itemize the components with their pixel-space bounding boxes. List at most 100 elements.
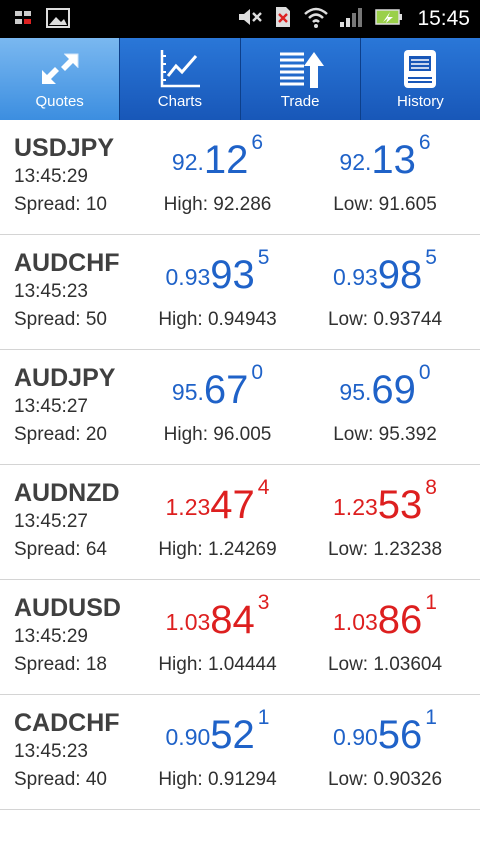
- low-value: Low: 1.23238: [327, 539, 443, 560]
- tab-trade[interactable]: Trade: [239, 38, 360, 120]
- bid-price-pips: 52: [210, 713, 255, 757]
- ask-price: 1.23 53 8: [300, 473, 470, 525]
- wifi-icon: [303, 6, 329, 33]
- quote-time: 13:45:23: [14, 281, 88, 302]
- quotes-list: USDJPY 13:45:29 Spread: 10 92. 12 6 92. …: [0, 120, 480, 810]
- low-value: Low: 91.605: [333, 194, 437, 215]
- ask-price-prefix: 1.23: [333, 494, 378, 520]
- tab-history-label: History: [397, 93, 444, 110]
- bid-price-fraction: 0: [251, 361, 264, 384]
- quote-row-audnzd[interactable]: AUDNZD 13:45:27 Spread: 64 1.23 47 4 1.2…: [0, 465, 480, 580]
- quote-time: 13:45:29: [14, 166, 88, 187]
- bid-price-pips: 47: [210, 483, 255, 527]
- spread: Spread: 50: [14, 309, 107, 330]
- quote-row-audusd[interactable]: AUDUSD 13:45:29 Spread: 18 1.03 84 3 1.0…: [0, 580, 480, 695]
- ask-price-prefix: 0.93: [333, 264, 378, 290]
- ask-price-pips: 53: [377, 483, 423, 527]
- bid-price: 92. 12 6: [130, 128, 305, 180]
- bid-price-prefix: 1.23: [165, 494, 211, 520]
- high-value: High: 0.94943: [158, 309, 277, 330]
- ask-price: 95. 69 0: [300, 358, 470, 410]
- trade-list-arrow-icon: [280, 52, 325, 88]
- bid-price: 1.03 84 3: [130, 588, 305, 640]
- ask-price-prefix: 95.: [339, 379, 372, 405]
- symbol: USDJPY: [14, 134, 115, 162]
- quote-time: 13:45:27: [14, 396, 88, 417]
- ask-price: 1.03 86 1: [300, 588, 470, 640]
- high-value: High: 96.005: [163, 424, 272, 445]
- high-value: High: 1.04444: [158, 654, 277, 675]
- signal-icon: [339, 6, 365, 33]
- status-bar-left: [14, 8, 70, 33]
- quote-time: 13:45:23: [14, 741, 88, 762]
- high-value: High: 0.91294: [158, 769, 277, 790]
- ask-price-fraction: 5: [425, 246, 437, 269]
- symbol: AUDCHF: [14, 249, 120, 277]
- tab-charts-label: Charts: [157, 93, 202, 110]
- bid-price-prefix: 0.90: [165, 724, 211, 750]
- spread: Spread: 10: [14, 194, 107, 215]
- line-chart-icon: [160, 50, 200, 88]
- notification-icon: [14, 9, 34, 32]
- ask-price-pips: 98: [377, 253, 423, 297]
- symbol: AUDUSD: [14, 594, 121, 622]
- bid-price-pips: 84: [210, 598, 255, 642]
- ask-price-pips: 86: [377, 598, 423, 642]
- symbol: CADCHF: [14, 709, 120, 737]
- status-time: 15:45: [417, 7, 470, 30]
- ask-price-prefix: 0.90: [333, 724, 378, 750]
- tab-quotes[interactable]: Quotes: [0, 38, 120, 120]
- quote-row-cadchf[interactable]: CADCHF 13:45:23 Spread: 40 0.90 52 1 0.9…: [0, 695, 480, 810]
- history-book-icon: [404, 50, 437, 88]
- low-value: Low: 1.03604: [327, 654, 443, 675]
- bid-price-fraction: 1: [257, 706, 270, 729]
- low-value: Low: 95.392: [333, 424, 437, 445]
- spread: Spread: 40: [14, 769, 107, 790]
- quote-time: 13:45:29: [14, 626, 88, 647]
- bid-price-pips: 12: [203, 138, 249, 182]
- quote-row-usdjpy[interactable]: USDJPY 13:45:29 Spread: 10 92. 12 6 92. …: [0, 120, 480, 235]
- symbol: AUDJPY: [14, 364, 116, 392]
- quote-time: 13:45:27: [14, 511, 88, 532]
- status-bar-right: 15:45: [237, 5, 470, 33]
- bid-price-prefix: 0.93: [165, 264, 211, 290]
- bid-price: 1.23 47 4: [130, 473, 305, 525]
- bid-price-fraction: 3: [257, 591, 270, 614]
- bid-price-prefix: 95.: [171, 379, 204, 405]
- ask-price-pips: 13: [371, 138, 416, 182]
- high-value: High: 92.286: [163, 194, 272, 215]
- low-value: Low: 0.93744: [327, 309, 443, 330]
- spread: Spread: 64: [14, 539, 107, 560]
- tab-bar: Quotes Charts Trade History: [0, 38, 480, 120]
- bid-price-prefix: 1.03: [165, 609, 211, 635]
- battery-charging-icon: [375, 7, 403, 32]
- ask-price-fraction: 1: [425, 706, 437, 729]
- bid-price-prefix: 92.: [171, 149, 204, 175]
- ask-price-pips: 69: [371, 368, 416, 412]
- ask-price: 0.90 56 1: [300, 703, 470, 755]
- ask-price-prefix: 1.03: [333, 609, 378, 635]
- spread: Spread: 20: [14, 424, 107, 445]
- status-bar: 15:45: [0, 0, 480, 38]
- tab-history[interactable]: History: [359, 38, 480, 120]
- ask-price-fraction: 6: [418, 131, 431, 154]
- bid-price: 0.90 52 1: [130, 703, 305, 755]
- ask-price-fraction: 1: [425, 591, 437, 614]
- tab-trade-label: Trade: [280, 93, 320, 110]
- bid-price-pips: 67: [203, 368, 249, 412]
- image-icon: [46, 8, 70, 33]
- tab-quotes-label: Quotes: [35, 93, 84, 110]
- high-value: High: 1.24269: [158, 539, 277, 560]
- bid-price: 0.93 93 5: [130, 243, 305, 295]
- spread: Spread: 18: [14, 654, 107, 675]
- quote-row-audchf[interactable]: AUDCHF 13:45:23 Spread: 50 0.93 93 5 0.9…: [0, 235, 480, 350]
- tab-charts[interactable]: Charts: [119, 38, 240, 120]
- no-sim-icon: [273, 5, 293, 34]
- low-value: Low: 0.90326: [327, 769, 443, 790]
- bid-price-fraction: 4: [257, 476, 270, 499]
- quote-row-audjpy[interactable]: AUDJPY 13:45:27 Spread: 20 95. 67 0 95. …: [0, 350, 480, 465]
- symbol: AUDNZD: [14, 479, 120, 507]
- ask-price-fraction: 0: [418, 361, 431, 384]
- ask-price-fraction: 8: [425, 476, 437, 499]
- ask-price: 0.93 98 5: [300, 243, 470, 295]
